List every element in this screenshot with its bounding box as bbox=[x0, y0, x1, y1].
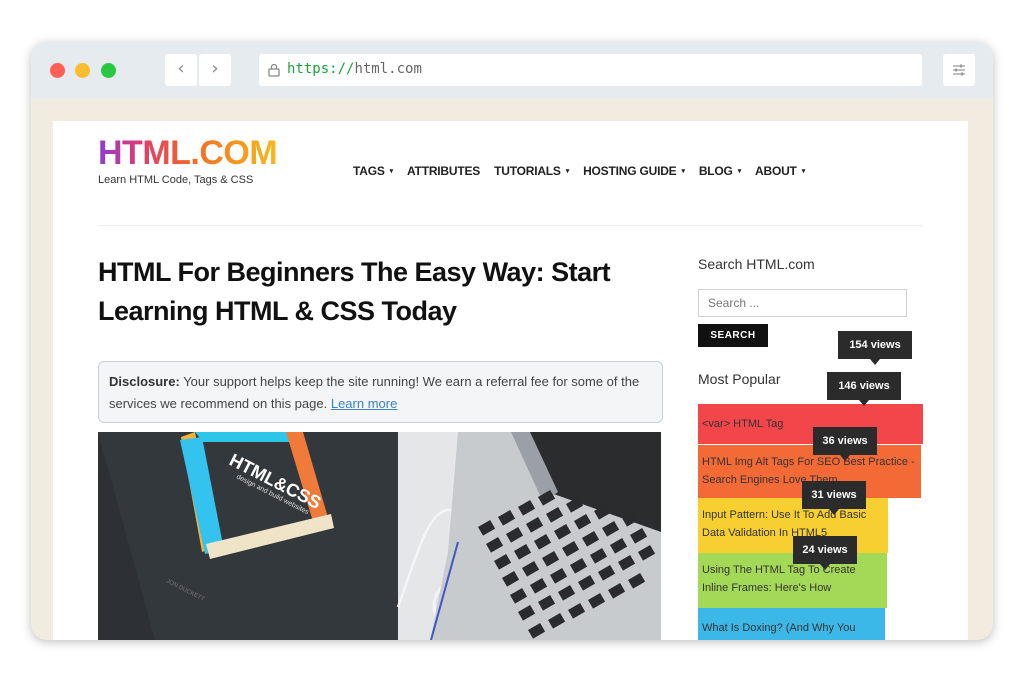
url-scheme: https bbox=[287, 61, 330, 77]
nav-item-attributes[interactable]: ATTRIBUTES bbox=[407, 164, 480, 182]
url-host: html.com bbox=[354, 61, 422, 77]
nav-item-label: HOSTING GUIDE bbox=[583, 164, 677, 178]
caret-down-icon: ▾ bbox=[565, 168, 570, 175]
nav-item-hosting-guide[interactable]: HOSTING GUIDE ▾ bbox=[583, 164, 685, 182]
sliders-icon bbox=[953, 64, 965, 76]
caret-down-icon: ▾ bbox=[801, 168, 806, 175]
chevron-left-icon: ‹ bbox=[177, 58, 185, 79]
site-tagline: Learn HTML Code, Tags & CSS bbox=[98, 174, 254, 186]
nav-item-label: ABOUT bbox=[755, 164, 797, 178]
nav-item-label: BLOG bbox=[698, 164, 733, 178]
lock-icon bbox=[268, 63, 280, 77]
nav-item-tutorials[interactable]: TUTORIALS ▾ bbox=[494, 164, 569, 182]
popular-post-title: What Is Doxing? (And Why You Should Care… bbox=[702, 622, 856, 634]
views-badge: 146 views bbox=[827, 372, 901, 406]
close-window-button[interactable] bbox=[50, 63, 65, 78]
caret-down-icon: ▾ bbox=[737, 168, 742, 175]
caret-down-icon: ▾ bbox=[389, 168, 394, 175]
nav-item-tags[interactable]: TAGS ▾ bbox=[353, 164, 393, 182]
logo-wordmark: HTML.COM bbox=[98, 134, 278, 172]
article-title: HTML For Beginners The Easy Way: Start L… bbox=[98, 257, 611, 326]
nav-item-about[interactable]: ABOUT ▾ bbox=[755, 164, 805, 182]
views-badge: 24 views bbox=[793, 536, 857, 570]
web-page: HTML.COM Learn HTML Code, Tags & CSS TAG… bbox=[53, 121, 968, 640]
settings-button[interactable] bbox=[943, 54, 975, 86]
browser-toolbar: ‹ › https://html.com bbox=[31, 42, 993, 99]
search-heading: Search HTML.com bbox=[698, 256, 815, 272]
popular-post-item[interactable]: <var> HTML Tag bbox=[698, 404, 923, 444]
learn-more-link[interactable]: Learn more bbox=[331, 396, 397, 411]
popular-post-title: Using The HTML Tag To Create Inline Fram… bbox=[702, 564, 856, 594]
search-button[interactable]: SEARCH bbox=[698, 324, 768, 347]
header-divider bbox=[98, 225, 923, 226]
views-badge: 154 views bbox=[838, 331, 912, 365]
forward-button[interactable]: › bbox=[199, 54, 231, 86]
nav-item-label: TAGS bbox=[353, 164, 385, 178]
address-bar[interactable]: https://html.com bbox=[259, 54, 922, 86]
views-badge: 31 views bbox=[802, 481, 866, 515]
minimize-window-button[interactable] bbox=[75, 63, 90, 78]
caret-down-icon: ▾ bbox=[681, 168, 685, 175]
main-nav: TAGS ▾ ATTRIBUTES TUTORIALS ▾ HOSTING GUIDE ▾ B… bbox=[353, 164, 819, 182]
disclosure-box: Disclosure: Your support helps keep the … bbox=[98, 361, 663, 423]
search-input[interactable] bbox=[698, 289, 907, 317]
hero-image: HTML&CSS design and build websites JON D… bbox=[98, 432, 661, 640]
views-badge: 36 views bbox=[813, 427, 877, 461]
url-text: https://html.com bbox=[287, 61, 422, 77]
most-popular-heading: Most Popular bbox=[698, 371, 781, 387]
disclosure-label: Disclosure: bbox=[109, 374, 180, 389]
nav-item-blog[interactable]: BLOG ▾ bbox=[699, 164, 741, 182]
browser-window: ‹ › https://html.com HTML.COM Learn HTML… bbox=[31, 42, 993, 640]
nav-item-label: TUTORIALS bbox=[494, 164, 561, 178]
url-separator: :// bbox=[329, 61, 355, 77]
chevron-right-icon: › bbox=[211, 58, 219, 79]
popular-post-item[interactable]: What Is Doxing? (And Why You Should Care… bbox=[698, 608, 885, 640]
nav-item-label: ATTRIBUTES bbox=[406, 164, 481, 178]
back-button[interactable]: ‹ bbox=[165, 54, 197, 86]
popular-post-title: <var> HTML Tag bbox=[702, 418, 784, 430]
maximize-window-button[interactable] bbox=[101, 63, 116, 78]
site-logo[interactable]: HTML.COM Learn HTML Code, Tags & CSS bbox=[98, 134, 278, 186]
hero-illustration: HTML&CSS design and build websites JON D… bbox=[98, 432, 661, 640]
